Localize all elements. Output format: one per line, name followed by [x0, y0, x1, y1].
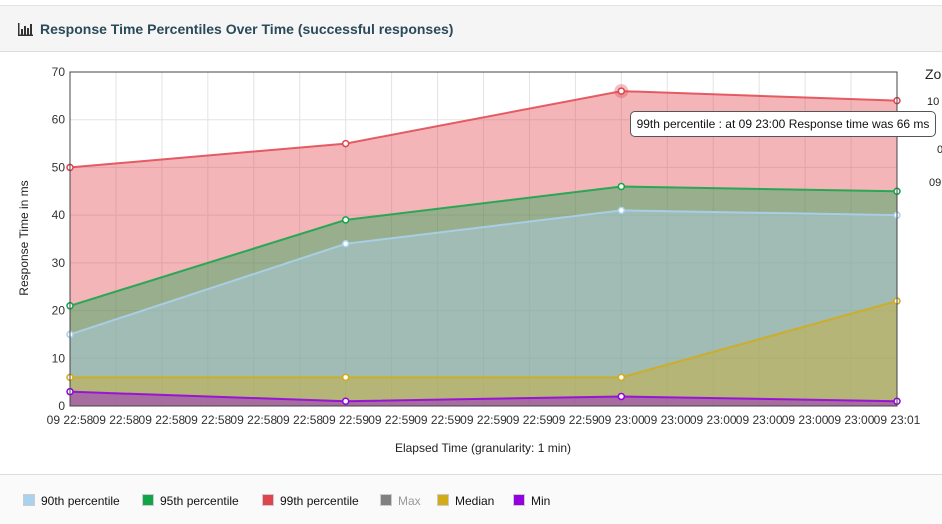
chart-tooltip: 99th percentile : at 09 23:00 Response t…	[630, 111, 936, 137]
x-tick-label: 09 22:58	[139, 413, 186, 427]
x-tick-label: 09 23:00	[736, 413, 783, 427]
x-tick-label: 09 23:00	[782, 413, 829, 427]
data-point-99th-percentile	[617, 87, 626, 95]
data-point-median	[617, 373, 626, 382]
x-tick-label: 09 22:59	[552, 413, 599, 427]
legend-label: Max	[398, 494, 421, 508]
y-tick-label: 60	[52, 113, 66, 127]
data-point-min	[617, 392, 626, 401]
data-point-90th-percentile	[617, 206, 626, 215]
zoom-label: Zo	[925, 66, 942, 82]
bar-chart-icon	[18, 23, 33, 36]
legend-label: Median	[455, 494, 495, 508]
x-tick-label: 09 22:58	[184, 413, 231, 427]
data-point-95th-percentile	[341, 216, 350, 224]
zoom-value: 0	[937, 144, 942, 156]
x-tick-label: 09 22:59	[460, 413, 507, 427]
x-tick-label: 09 22:59	[322, 413, 369, 427]
panel-heading: Response Time Percentiles Over Time (suc…	[0, 5, 942, 52]
x-tick-label: 09 23:01	[874, 413, 921, 427]
x-tick-label: 09 23:00	[598, 413, 645, 427]
y-axis-label: Response Time in ms	[17, 180, 31, 296]
data-point-90th-percentile	[341, 240, 350, 248]
y-tick-label: 30	[52, 256, 66, 270]
legend-label: 90th percentile	[41, 494, 120, 508]
data-point-median	[341, 373, 350, 382]
x-axis-label: Elapsed Time (granularity: 1 min)	[394, 441, 572, 455]
x-tick-label: 09 22:59	[506, 413, 553, 427]
legend-swatch	[380, 494, 392, 506]
legend-swatch	[262, 494, 274, 506]
x-tick-label: 09 22:58	[230, 413, 277, 427]
zoom-value: 09	[929, 177, 942, 189]
x-tick-label: 09 23:00	[828, 413, 875, 427]
data-point-95th-percentile	[617, 182, 626, 191]
y-tick-label: 40	[52, 208, 66, 222]
legend-label: 95th percentile	[160, 494, 239, 508]
y-tick-label: 20	[52, 304, 66, 318]
y-tick-label: 50	[52, 160, 66, 174]
data-point-min	[341, 397, 350, 405]
y-tick-label: 70	[52, 65, 66, 79]
data-point-99th-percentile	[341, 139, 350, 148]
x-tick-label: 09 23:00	[690, 413, 737, 427]
legend-swatch	[437, 494, 449, 506]
y-tick-label: 0	[58, 399, 65, 413]
chart-area[interactable]: 0 10 20 30 40 50 60 70 09 22:58 09 22:58 09 22:58 0…	[0, 52, 942, 472]
panel-title: Response Time Percentiles Over Time (suc…	[40, 21, 454, 37]
y-tick-label: 10	[52, 351, 66, 365]
x-tick-label: 09 22:58	[93, 413, 140, 427]
legend-swatch	[513, 494, 525, 506]
chart-legend: 90th percentile 95th percentile 99th per…	[0, 474, 942, 524]
legend-label: 99th percentile	[280, 494, 359, 508]
legend-swatch	[23, 494, 35, 506]
legend-label: Min	[531, 494, 551, 508]
x-tick-label: 09 22:58	[276, 413, 323, 427]
x-tick-label: 09 23:00	[644, 413, 691, 427]
x-tick-label: 09 22:58	[47, 413, 94, 427]
legend-swatch	[142, 494, 154, 506]
x-tick-label: 09 22:59	[368, 413, 415, 427]
x-tick-label: 09 22:59	[414, 413, 461, 427]
zoom-value: 10	[927, 96, 940, 108]
